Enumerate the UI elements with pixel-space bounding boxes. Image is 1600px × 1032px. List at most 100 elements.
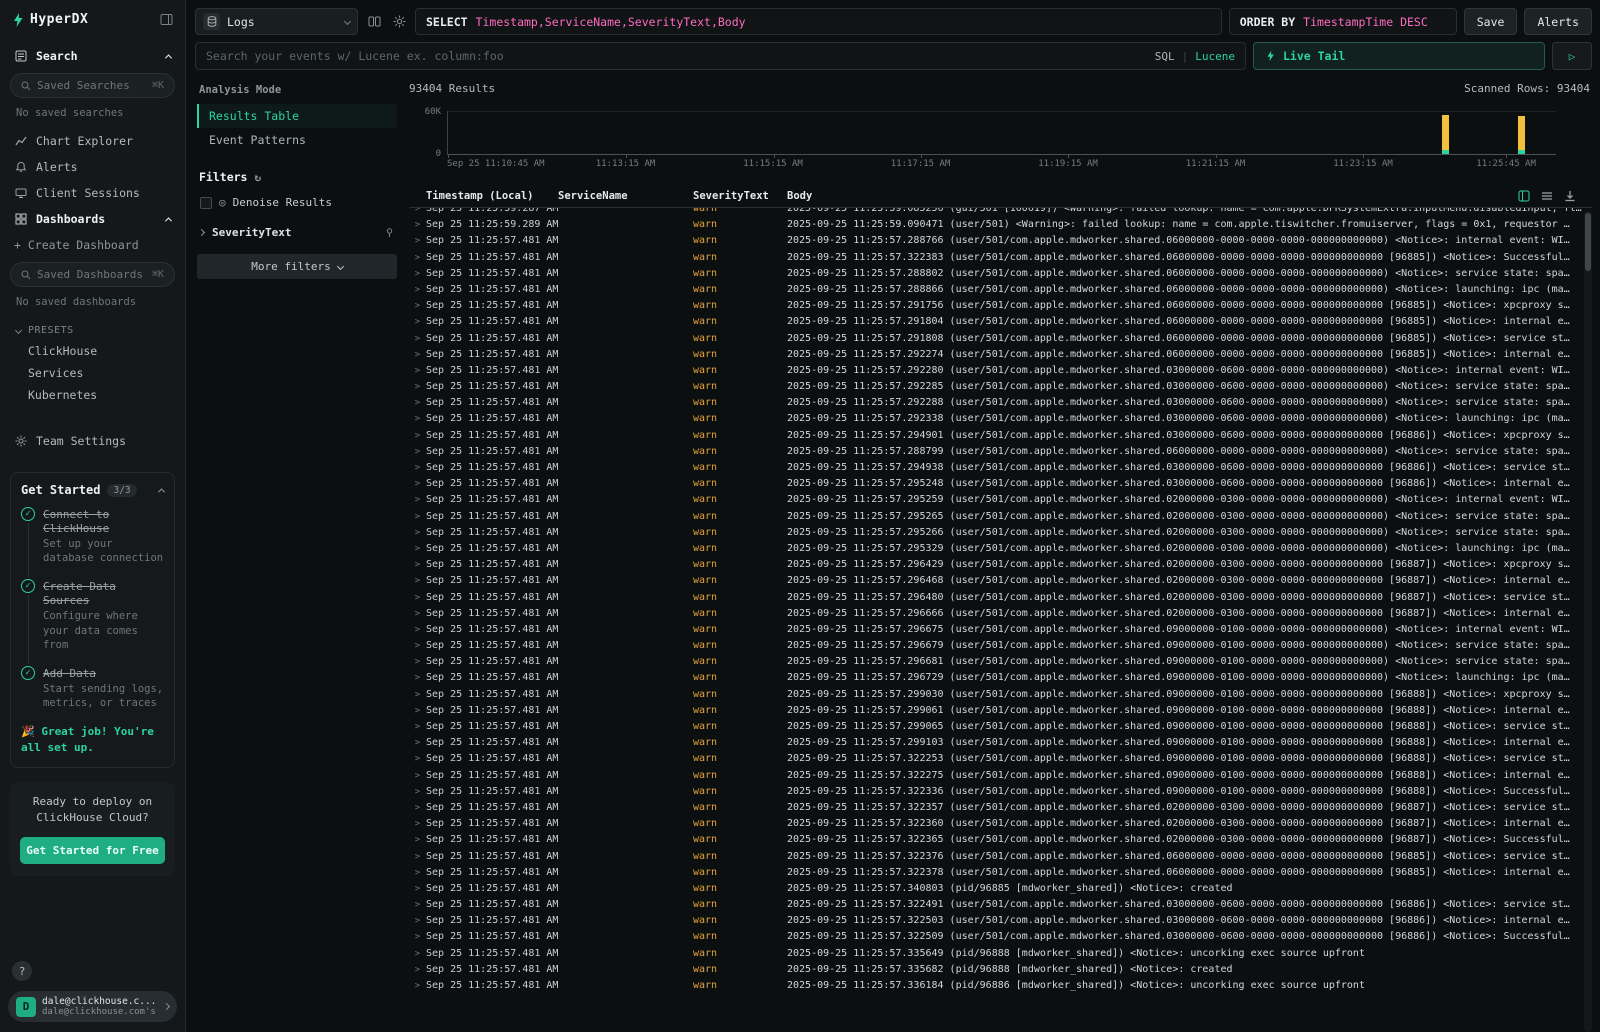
play-button[interactable]: ▷	[1552, 42, 1592, 70]
order-by-input[interactable]: ORDER BY TimestampTime DESC	[1229, 8, 1457, 35]
row-expand-chevron[interactable]: >	[409, 913, 426, 929]
table-row[interactable]: >Sep 25 11:25:57.481 AMwarn2025-09-25 11…	[409, 865, 1592, 881]
row-expand-chevron[interactable]: >	[409, 751, 426, 767]
row-expand-chevron[interactable]: >	[409, 314, 426, 330]
table-row[interactable]: >Sep 25 11:25:57.481 AMwarn2025-09-25 11…	[409, 525, 1592, 541]
table-row[interactable]: >Sep 25 11:25:57.481 AMwarn2025-09-25 11…	[409, 703, 1592, 719]
get-started-step-add-data[interactable]: ✓ Add Data Start sending logs, metrics, …	[21, 666, 164, 710]
source-select[interactable]: Logs	[195, 8, 358, 35]
get-started-step-connect[interactable]: ✓ Connect to ClickHouse Set up your data…	[21, 507, 164, 565]
row-expand-chevron[interactable]: >	[409, 347, 426, 363]
table-row[interactable]: >Sep 25 11:25:57.481 AMwarn2025-09-25 11…	[409, 492, 1592, 508]
row-expand-chevron[interactable]: >	[409, 444, 426, 460]
table-row[interactable]: >Sep 25 11:25:57.481 AMwarn2025-09-25 11…	[409, 266, 1592, 282]
table-row[interactable]: >Sep 25 11:25:57.481 AMwarn2025-09-25 11…	[409, 233, 1592, 249]
preset-item-kubernetes[interactable]: Kubernetes	[8, 384, 177, 406]
user-account-card[interactable]: D dale@clickhouse.c... dale@clickhouse.c…	[8, 991, 177, 1022]
filter-severitytext[interactable]: SeverityText	[197, 221, 397, 244]
table-row[interactable]: >Sep 25 11:25:57.481 AMwarn2025-09-25 11…	[409, 687, 1592, 703]
more-filters-button[interactable]: More filters	[197, 254, 397, 279]
row-expand-chevron[interactable]: >	[409, 509, 426, 525]
table-row[interactable]: >Sep 25 11:25:57.481 AMwarn2025-09-25 11…	[409, 800, 1592, 816]
table-row[interactable]: >Sep 25 11:25:57.481 AMwarn2025-09-25 11…	[409, 881, 1592, 897]
row-expand-chevron[interactable]: >	[409, 800, 426, 816]
table-row[interactable]: >Sep 25 11:25:57.481 AMwarn2025-09-25 11…	[409, 541, 1592, 557]
live-tail-button[interactable]: Live Tail	[1253, 42, 1545, 70]
create-dashboard-button[interactable]: + Create Dashboard	[8, 232, 177, 258]
sidebar-collapse-icon[interactable]	[160, 13, 173, 26]
row-density-icon[interactable]	[1541, 190, 1553, 202]
sidebar-item-search[interactable]: Search	[8, 43, 177, 69]
row-expand-chevron[interactable]: >	[409, 282, 426, 298]
table-row[interactable]: >Sep 25 11:25:57.481 AMwarn2025-09-25 11…	[409, 962, 1592, 978]
col-header-body[interactable]: Body	[787, 190, 847, 202]
language-option-lucene[interactable]: Lucene	[1195, 50, 1235, 63]
row-expand-chevron[interactable]: >	[409, 816, 426, 832]
table-row[interactable]: >Sep 25 11:25:59.289 AMwarn2025-09-25 11…	[409, 217, 1592, 233]
table-row[interactable]: >Sep 25 11:25:57.481 AMwarn2025-09-25 11…	[409, 460, 1592, 476]
row-expand-chevron[interactable]: >	[409, 541, 426, 557]
row-expand-chevron[interactable]: >	[409, 735, 426, 751]
row-expand-chevron[interactable]: >	[409, 492, 426, 508]
sidebar-item-dashboards[interactable]: Dashboards	[8, 206, 177, 232]
refresh-icon[interactable]: ↻	[254, 171, 261, 184]
row-expand-chevron[interactable]: >	[409, 897, 426, 913]
mode-event-patterns[interactable]: Event Patterns	[197, 128, 397, 152]
row-expand-chevron[interactable]: >	[409, 946, 426, 962]
table-row[interactable]: >Sep 25 11:25:57.481 AMwarn2025-09-25 11…	[409, 250, 1592, 266]
pin-icon[interactable]	[384, 227, 395, 238]
download-icon[interactable]	[1564, 190, 1576, 202]
table-row[interactable]: >Sep 25 11:25:57.481 AMwarn2025-09-25 11…	[409, 913, 1592, 929]
table-row[interactable]: >Sep 25 11:25:57.481 AMwarn2025-09-25 11…	[409, 379, 1592, 395]
col-header-timestamp[interactable]: Timestamp (Local)	[426, 190, 558, 202]
mode-results-table[interactable]: Results Table	[197, 104, 397, 128]
table-row[interactable]: >Sep 25 11:25:57.481 AMwarn2025-09-25 11…	[409, 735, 1592, 751]
sidebar-item-client-sessions[interactable]: Client Sessions	[8, 180, 177, 206]
row-expand-chevron[interactable]: >	[409, 687, 426, 703]
table-row[interactable]: >Sep 25 11:25:57.481 AMwarn2025-09-25 11…	[409, 946, 1592, 962]
table-row[interactable]: >Sep 25 11:25:57.481 AMwarn2025-09-25 11…	[409, 638, 1592, 654]
table-row[interactable]: >Sep 25 11:25:57.481 AMwarn2025-09-25 11…	[409, 816, 1592, 832]
save-button[interactable]: Save	[1464, 8, 1518, 35]
row-expand-chevron[interactable]: >	[409, 217, 426, 233]
col-header-servicename[interactable]: ServiceName	[558, 190, 693, 202]
scrollbar-thumb[interactable]	[1585, 213, 1591, 271]
table-row[interactable]: >Sep 25 11:25:57.481 AMwarn2025-09-25 11…	[409, 573, 1592, 589]
row-expand-chevron[interactable]: >	[409, 703, 426, 719]
table-row[interactable]: >Sep 25 11:25:57.481 AMwarn2025-09-25 11…	[409, 654, 1592, 670]
row-expand-chevron[interactable]: >	[409, 331, 426, 347]
table-row[interactable]: >Sep 25 11:25:57.481 AMwarn2025-09-25 11…	[409, 298, 1592, 314]
row-expand-chevron[interactable]: >	[409, 606, 426, 622]
sidebar-item-alerts[interactable]: Alerts	[8, 154, 177, 180]
table-scrollbar[interactable]	[1584, 211, 1592, 1032]
get-started-header[interactable]: Get Started 3/3	[21, 483, 164, 497]
table-row[interactable]: >Sep 25 11:25:57.481 AMwarn2025-09-25 11…	[409, 331, 1592, 347]
table-row[interactable]: >Sep 25 11:25:57.481 AMwarn2025-09-25 11…	[409, 751, 1592, 767]
table-row[interactable]: >Sep 25 11:25:57.481 AMwarn2025-09-25 11…	[409, 314, 1592, 330]
row-expand-chevron[interactable]: >	[409, 849, 426, 865]
table-row[interactable]: >Sep 25 11:25:59.287 AMwarn2025-09-25 11…	[409, 208, 1592, 217]
table-row[interactable]: >Sep 25 11:25:57.481 AMwarn2025-09-25 11…	[409, 363, 1592, 379]
row-expand-chevron[interactable]: >	[409, 622, 426, 638]
row-expand-chevron[interactable]: >	[409, 363, 426, 379]
row-expand-chevron[interactable]: >	[409, 428, 426, 444]
row-expand-chevron[interactable]: >	[409, 460, 426, 476]
split-panels-icon[interactable]	[365, 8, 383, 35]
table-row[interactable]: >Sep 25 11:25:57.481 AMwarn2025-09-25 11…	[409, 444, 1592, 460]
histogram-bar[interactable]	[1518, 112, 1525, 154]
row-expand-chevron[interactable]: >	[409, 962, 426, 978]
alerts-button[interactable]: Alerts	[1524, 8, 1592, 35]
row-expand-chevron[interactable]: >	[409, 557, 426, 573]
row-expand-chevron[interactable]: >	[409, 881, 426, 897]
table-row[interactable]: >Sep 25 11:25:57.481 AMwarn2025-09-25 11…	[409, 347, 1592, 363]
table-row[interactable]: >Sep 25 11:25:57.481 AMwarn2025-09-25 11…	[409, 929, 1592, 945]
row-expand-chevron[interactable]: >	[409, 266, 426, 282]
table-row[interactable]: >Sep 25 11:25:57.481 AMwarn2025-09-25 11…	[409, 509, 1592, 525]
query-language-toggle[interactable]: SQL | Lucene	[1155, 50, 1235, 63]
row-expand-chevron[interactable]: >	[409, 379, 426, 395]
row-expand-chevron[interactable]: >	[409, 298, 426, 314]
help-button[interactable]: ?	[12, 961, 32, 981]
sidebar-item-team-settings[interactable]: Team Settings	[8, 428, 177, 454]
row-expand-chevron[interactable]: >	[409, 832, 426, 848]
table-row[interactable]: >Sep 25 11:25:57.481 AMwarn2025-09-25 11…	[409, 719, 1592, 735]
